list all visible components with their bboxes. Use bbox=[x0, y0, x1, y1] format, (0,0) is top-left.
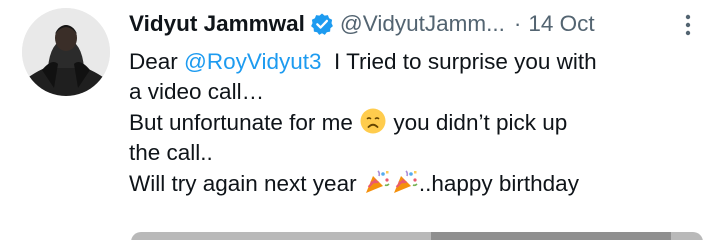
author-display-name[interactable]: Vidyut Jammwal bbox=[129, 11, 305, 37]
tweet-line-3: But unfortunate for me you didn’t pick u… bbox=[129, 107, 568, 135]
tweet-line-1: Dear @RoyVidyut3 I Tried to surprise you… bbox=[129, 49, 597, 74]
more-dots-icon[interactable] bbox=[684, 14, 692, 36]
tweet-content: Vidyut Jammwal @VidyutJamm... · 14 Oct D… bbox=[129, 0, 712, 199]
text-fragment: you didn’t pick up bbox=[387, 110, 568, 135]
disappointed-face-icon bbox=[359, 107, 387, 135]
tweet-media[interactable] bbox=[131, 232, 703, 240]
text-fragment: I Tried to surprise you with bbox=[321, 49, 597, 74]
text-fragment: ..happy birthday bbox=[418, 171, 579, 196]
party-popper-icon bbox=[391, 168, 419, 196]
verified-badge-icon bbox=[310, 12, 334, 36]
separator-dot: · bbox=[513, 11, 522, 36]
tweet-line-5: Will try again next year ..happy birthda… bbox=[129, 168, 579, 196]
tweet-header: Vidyut Jammwal @VidyutJamm... · 14 Oct bbox=[129, 0, 712, 48]
avatar[interactable] bbox=[22, 8, 110, 96]
text-fragment: Will try again next year bbox=[129, 171, 363, 196]
mention-link[interactable]: @RoyVidyut3 bbox=[184, 49, 322, 74]
author-handle[interactable]: @VidyutJamm... bbox=[340, 11, 505, 37]
tweet-date[interactable]: 14 Oct bbox=[528, 11, 594, 37]
tweet-text: Dear @RoyVidyut3 I Tried to surprise you… bbox=[129, 47, 712, 199]
party-popper-icon bbox=[363, 168, 391, 196]
tweet[interactable]: Vidyut Jammwal @VidyutJamm... · 14 Oct D… bbox=[0, 0, 720, 240]
avatar-photo-icon bbox=[22, 8, 110, 96]
text-fragment: But unfortunate for me bbox=[129, 110, 360, 135]
media-shadow bbox=[431, 232, 671, 240]
tweet-line-4: the call.. bbox=[129, 140, 213, 165]
text-fragment: Dear bbox=[129, 49, 185, 74]
tweet-line-2: a video call… bbox=[129, 79, 265, 104]
